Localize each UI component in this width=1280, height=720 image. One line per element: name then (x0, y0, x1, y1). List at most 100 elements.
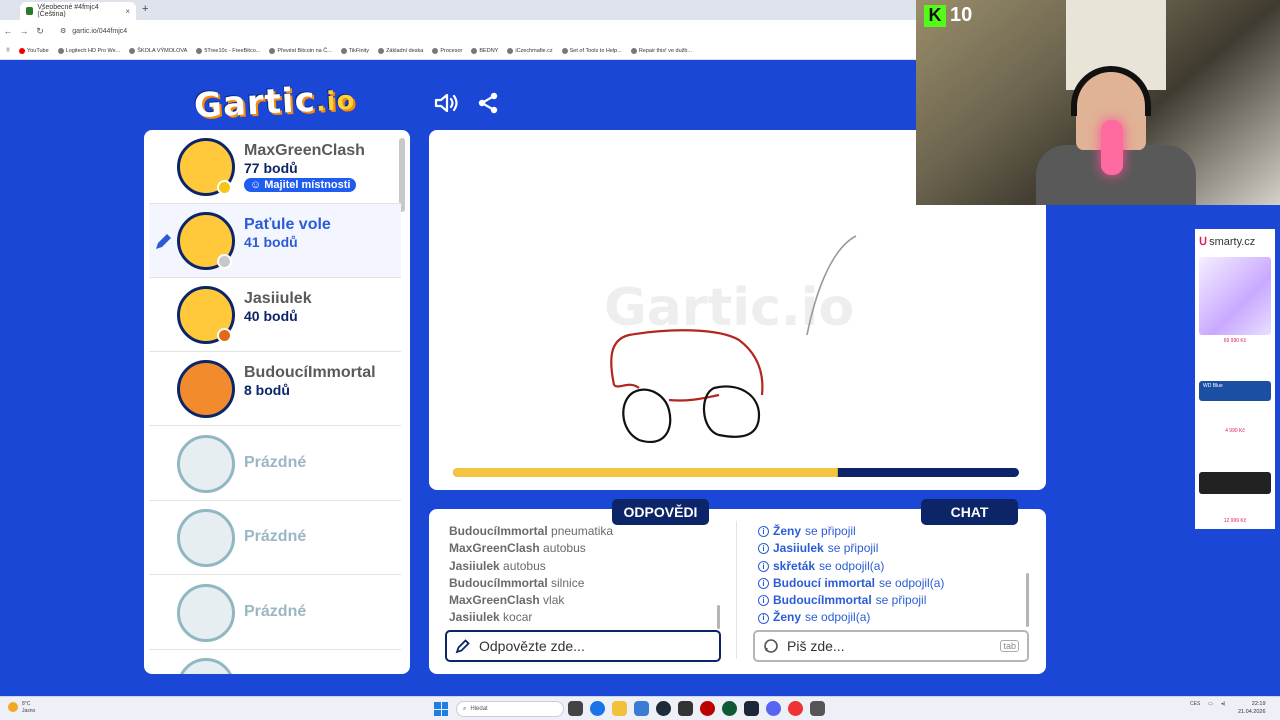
share-button[interactable] (475, 90, 501, 116)
app-icon[interactable] (656, 701, 671, 716)
chat-scrollbar[interactable] (1026, 573, 1029, 627)
bookmark[interactable]: YouTube (19, 47, 49, 54)
new-tab-icon[interactable]: + (142, 3, 148, 15)
weather-widget[interactable]: 8°C Jasno (22, 701, 35, 715)
app-icon[interactable] (722, 701, 737, 716)
advert-price: 4 990 Kč (1225, 428, 1245, 434)
answer-message: MaxGreenClash autobus (449, 541, 586, 556)
apps-icon[interactable]: ⠿ (6, 48, 10, 54)
player-row[interactable]: Jasiiulek 40 bodů (149, 278, 401, 352)
app-icon[interactable] (678, 701, 693, 716)
task-view-icon[interactable] (568, 701, 583, 716)
player-status-dot (217, 180, 232, 195)
room-owner-badge: ☺ Majitel místnosti (244, 178, 357, 192)
bookmark[interactable]: 5Tree10c - FreeBitco... (196, 47, 260, 54)
answer-message: Jasiiulek autobus (449, 558, 546, 573)
panel-divider (736, 521, 737, 659)
player-row[interactable]: MaxGreenClash 77 bodů ☺ Majitel místnosti (149, 130, 401, 204)
bookmark[interactable]: Set of Tools to Help... (561, 47, 622, 54)
chat-bubble-icon (764, 639, 778, 653)
answer-message: BudoucíImmortal silnice (449, 575, 585, 590)
empty-slot-label: Prázdné (244, 528, 307, 545)
empty-slot-label: Prázdné (244, 454, 307, 471)
app-icon[interactable] (788, 701, 803, 716)
browser-tab[interactable]: Všeobecné #4fmjc4 (Čeština) × (20, 2, 136, 20)
empty-slot: Prázdné (149, 427, 401, 501)
app-icon[interactable] (700, 701, 715, 716)
answer-message: Jasiiulek kocar (449, 610, 533, 625)
bookmark[interactable]: ŠKOLA VÝMOLOVA (129, 47, 187, 54)
close-tab-icon[interactable]: × (125, 7, 130, 16)
bookmark[interactable]: TikFinity (340, 47, 369, 54)
bookmark[interactable]: Základní deska (378, 47, 423, 54)
bookmark-favicon-icon (432, 47, 439, 54)
bookmark-favicon-icon (57, 47, 64, 54)
kick-logo-icon: K (924, 4, 946, 27)
player-name: Paťule vole (244, 216, 331, 233)
discord-icon[interactable] (766, 701, 781, 716)
answers-scrollbar[interactable] (717, 605, 720, 629)
url-field[interactable]: ⚙ gartic.io/044fmjc4 (60, 27, 128, 36)
bookmark[interactable]: Převést Bitcoin na Č... (269, 47, 332, 54)
chrome-icon[interactable] (590, 701, 605, 716)
steam-icon[interactable] (744, 701, 759, 716)
chat-message: i Ženy se připojil (758, 523, 1018, 540)
webcam-overlay: K 10 (916, 0, 1280, 205)
windows-taskbar: 8°C Jasno ⌕ Hledat CES ▭ ◂) 22:19 21.04.2026 (0, 696, 1280, 720)
reload-icon[interactable]: ↻ (32, 26, 48, 37)
player-name: Jasiiulek (244, 290, 312, 307)
empty-slot: Prázdné (149, 501, 401, 575)
player-points: 8 bodů (244, 382, 290, 398)
answer-placeholder: Odpovězte zde... (479, 638, 585, 654)
bookmark-favicon-icon (19, 47, 26, 54)
search-icon: ⌕ (463, 705, 467, 712)
bookmark[interactable]: Repair this! ve dužb... (630, 47, 692, 54)
forward-icon[interactable]: → (16, 26, 32, 36)
share-icon (478, 92, 498, 114)
bookmark[interactable]: Logitech HD Pro We... (57, 47, 120, 54)
advert-ssd-image: WD Blue (1199, 381, 1271, 401)
advert-drive-image (1199, 472, 1271, 494)
bookmark[interactable]: Procesor (432, 47, 462, 54)
back-icon[interactable]: ← (0, 26, 16, 36)
bookmark-favicon-icon (630, 47, 637, 54)
sound-toggle-button[interactable] (434, 90, 460, 116)
info-icon: i (758, 526, 769, 538)
player-row[interactable]: Paťule vole 41 bodů (149, 204, 401, 278)
bookmark-favicon-icon (196, 47, 203, 54)
answer-message: MaxGreenClash vlak (449, 593, 565, 608)
owner-face-icon: ☺ (250, 179, 262, 191)
tab-key-hint: tab (1000, 640, 1019, 652)
bookmark[interactable]: BEDNY (471, 47, 498, 54)
bookmark[interactable]: iCzechmafie.cz (507, 47, 553, 54)
chat-message: i Ženy se odpojil(a) (758, 609, 1018, 626)
taskbar-search[interactable]: ⌕ Hledat (456, 701, 564, 717)
bookmark-favicon-icon (378, 47, 385, 54)
url-text: gartic.io/044fmjc4 (72, 27, 128, 35)
system-tray[interactable]: CES ▭ ◂) (1190, 701, 1225, 707)
bookmark-favicon-icon (340, 47, 347, 54)
speaker-icon (434, 93, 458, 113)
chat-placeholder: Piš zde... (787, 638, 845, 654)
info-icon: i (758, 595, 769, 607)
empty-avatar-icon (177, 435, 235, 493)
pencil-icon (156, 234, 171, 249)
start-menu-icon[interactable] (434, 702, 448, 716)
bookmark-favicon-icon (471, 47, 478, 54)
chat-message: i Jasiiulek se připojil (758, 540, 1018, 557)
file-explorer-icon[interactable] (612, 701, 627, 716)
chat-input[interactable]: Piš zde... tab (753, 630, 1029, 662)
site-info-icon[interactable]: ⚙ (60, 27, 66, 35)
store-icon[interactable] (634, 701, 649, 716)
gartic-logo[interactable]: Gartic.io (193, 78, 356, 126)
answer-input[interactable]: Odpovězte zde... (445, 630, 721, 662)
player-points: 40 bodů (244, 308, 298, 324)
player-status-dot (217, 328, 232, 343)
app-icon[interactable] (810, 701, 825, 716)
volume-icon: ◂) (1221, 701, 1226, 707)
empty-avatar-icon (177, 509, 235, 567)
player-row[interactable]: BudoucíImmortal 8 bodů (149, 352, 401, 426)
players-panel: MaxGreenClash 77 bodů ☺ Majitel místnosti… (144, 130, 410, 674)
side-advert[interactable]: ᑌ smarty.cz 69 990 Kč WD Blue 4 990 Kč 12… (1195, 229, 1275, 529)
taskbar-clock[interactable]: 22:19 21.04.2026 (1238, 700, 1266, 716)
